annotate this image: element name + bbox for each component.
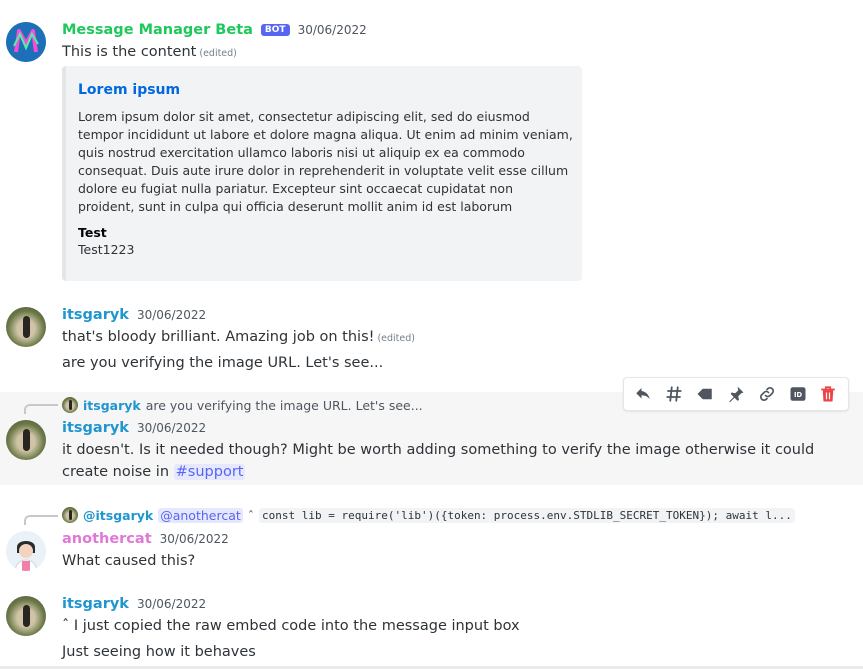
svg-text:ID: ID <box>794 391 803 399</box>
username[interactable]: itsgaryk <box>62 420 129 436</box>
message-content: Just seeing how it behaves <box>62 644 256 660</box>
message-actions-toolbar: ID <box>623 377 849 411</box>
embed: Lorem ipsum Lorem ipsum dolor sit amet, … <box>62 66 582 281</box>
username[interactable]: itsgaryk <box>62 596 129 612</box>
avatar[interactable] <box>6 307 46 347</box>
embed-field-name: Test <box>78 225 107 240</box>
reply-avatar <box>62 507 78 523</box>
embed-title[interactable]: Lorem ipsum <box>78 82 570 98</box>
reply-author[interactable]: @itsgaryk <box>83 508 153 523</box>
message-content: that's bloody brilliant. Amazing job on … <box>62 329 415 345</box>
username[interactable]: anothercat <box>62 531 152 547</box>
reply-spine <box>24 515 58 525</box>
reply-author[interactable]: itsgaryk <box>83 398 141 413</box>
message-content: What caused this? <box>62 553 196 569</box>
reply-preview[interactable]: @itsgaryk @anothercat ˆ const lib = requ… <box>62 507 795 523</box>
message-content: This is the content (edited) <box>62 44 237 60</box>
embed-field-value: Test1223 <box>78 242 135 257</box>
channel-mention[interactable]: #support <box>173 464 246 480</box>
reply-caret: ˆ <box>247 507 255 523</box>
reply-preview[interactable]: itsgaryk are you verifying the image URL… <box>62 397 423 413</box>
username[interactable]: itsgaryk <box>62 307 129 323</box>
pin-icon[interactable] <box>723 381 749 407</box>
embed-description: Lorem ipsum dolor sit amet, consectetur … <box>78 109 573 214</box>
timestamp: 30/06/2022 <box>136 597 207 611</box>
link-icon[interactable] <box>754 381 780 407</box>
timestamp: 30/06/2022 <box>297 23 367 37</box>
edited-label: (edited) <box>377 333 415 344</box>
message-itsgaryk-1: itsgaryk 30/06/2022 that's bloody brilli… <box>0 300 863 380</box>
reply-icon[interactable] <box>630 381 656 407</box>
tag-icon[interactable] <box>692 381 718 407</box>
message-itsgaryk-2: itsgaryk 30/06/2022 ˆ I just copied the … <box>0 588 863 666</box>
message-content: ˆ I just copied the raw embed code into … <box>62 618 520 634</box>
reply-avatar <box>62 397 78 413</box>
edited-label: (edited) <box>199 48 237 59</box>
reply-text[interactable]: are you verifying the image URL. Let's s… <box>146 398 423 413</box>
user-mention[interactable]: @anothercat <box>158 507 243 523</box>
avatar[interactable] <box>6 596 46 636</box>
message-anothercat: @itsgaryk @anothercat ˆ const lib = requ… <box>0 500 863 580</box>
message-content: it doesn't. Is it needed though? Might b… <box>62 442 815 480</box>
thread-icon[interactable] <box>661 381 687 407</box>
avatar[interactable] <box>6 22 46 62</box>
reply-code[interactable]: const lib = require('lib')({token: proce… <box>259 507 795 523</box>
id-icon[interactable]: ID <box>785 381 811 407</box>
timestamp: 30/06/2022 <box>136 308 207 322</box>
username[interactable]: Message Manager Beta <box>62 22 253 38</box>
timestamp: 30/06/2022 <box>136 421 207 435</box>
bot-badge: BOT <box>260 24 290 36</box>
delete-icon[interactable] <box>815 381 841 407</box>
avatar[interactable] <box>6 531 46 571</box>
message-content: are you verifying the image URL. Let's s… <box>62 355 384 371</box>
reply-spine <box>24 404 58 414</box>
avatar[interactable] <box>6 420 46 460</box>
timestamp: 30/06/2022 <box>159 532 229 546</box>
message-bot: Message Manager Beta BOT 30/06/2022 This… <box>0 0 863 292</box>
